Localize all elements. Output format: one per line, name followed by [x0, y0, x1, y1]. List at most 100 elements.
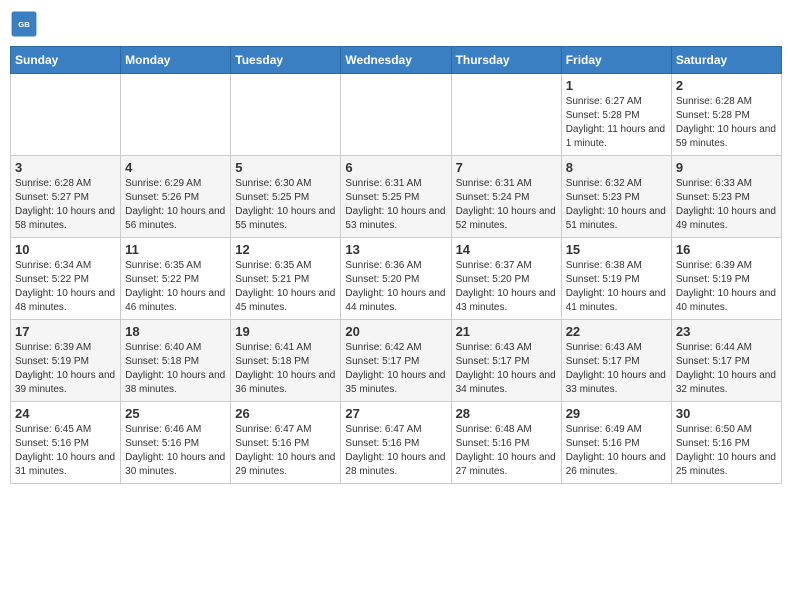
day-number: 11 [125, 242, 226, 257]
day-info: Sunrise: 6:43 AM Sunset: 5:17 PM Dayligh… [566, 341, 667, 397]
logo-icon: GB [10, 10, 38, 38]
day-number: 26 [235, 406, 336, 421]
day-number: 13 [345, 242, 446, 257]
day-info: Sunrise: 6:39 AM Sunset: 5:19 PM Dayligh… [15, 341, 116, 397]
day-number: 2 [676, 78, 777, 93]
calendar-cell: 9 Sunrise: 6:33 AM Sunset: 5:23 PM Daylig… [671, 156, 781, 238]
day-info: Sunrise: 6:44 AM Sunset: 5:17 PM Dayligh… [676, 341, 777, 397]
day-number: 22 [566, 324, 667, 339]
day-info: Sunrise: 6:33 AM Sunset: 5:23 PM Dayligh… [676, 177, 777, 233]
logo: GB [10, 10, 42, 38]
day-number: 4 [125, 160, 226, 175]
day-number: 15 [566, 242, 667, 257]
day-info: Sunrise: 6:31 AM Sunset: 5:25 PM Dayligh… [345, 177, 446, 233]
day-number: 5 [235, 160, 336, 175]
calendar-cell: 26 Sunrise: 6:47 AM Sunset: 5:16 PM Dayli… [231, 402, 341, 484]
day-info: Sunrise: 6:41 AM Sunset: 5:18 PM Dayligh… [235, 341, 336, 397]
day-number: 3 [15, 160, 116, 175]
day-number: 7 [456, 160, 557, 175]
day-info: Sunrise: 6:29 AM Sunset: 5:26 PM Dayligh… [125, 177, 226, 233]
calendar-cell: 27 Sunrise: 6:47 AM Sunset: 5:16 PM Dayli… [341, 402, 451, 484]
day-info: Sunrise: 6:46 AM Sunset: 5:16 PM Dayligh… [125, 423, 226, 479]
day-info: Sunrise: 6:50 AM Sunset: 5:16 PM Dayligh… [676, 423, 777, 479]
calendar-cell: 29 Sunrise: 6:49 AM Sunset: 5:16 PM Dayli… [561, 402, 671, 484]
day-number: 6 [345, 160, 446, 175]
day-info: Sunrise: 6:37 AM Sunset: 5:20 PM Dayligh… [456, 259, 557, 315]
calendar-cell: 25 Sunrise: 6:46 AM Sunset: 5:16 PM Dayli… [121, 402, 231, 484]
day-info: Sunrise: 6:47 AM Sunset: 5:16 PM Dayligh… [345, 423, 446, 479]
day-number: 8 [566, 160, 667, 175]
day-info: Sunrise: 6:31 AM Sunset: 5:24 PM Dayligh… [456, 177, 557, 233]
calendar-cell: 7 Sunrise: 6:31 AM Sunset: 5:24 PM Daylig… [451, 156, 561, 238]
day-number: 28 [456, 406, 557, 421]
day-header-tuesday: Tuesday [231, 47, 341, 74]
day-info: Sunrise: 6:38 AM Sunset: 5:19 PM Dayligh… [566, 259, 667, 315]
calendar-cell: 3 Sunrise: 6:28 AM Sunset: 5:27 PM Daylig… [11, 156, 121, 238]
day-info: Sunrise: 6:42 AM Sunset: 5:17 PM Dayligh… [345, 341, 446, 397]
calendar-cell: 12 Sunrise: 6:35 AM Sunset: 5:21 PM Dayli… [231, 238, 341, 320]
day-number: 12 [235, 242, 336, 257]
calendar-cell: 4 Sunrise: 6:29 AM Sunset: 5:26 PM Daylig… [121, 156, 231, 238]
day-number: 30 [676, 406, 777, 421]
day-number: 9 [676, 160, 777, 175]
day-header-friday: Friday [561, 47, 671, 74]
day-number: 29 [566, 406, 667, 421]
calendar-cell: 23 Sunrise: 6:44 AM Sunset: 5:17 PM Dayli… [671, 320, 781, 402]
day-number: 1 [566, 78, 667, 93]
day-info: Sunrise: 6:49 AM Sunset: 5:16 PM Dayligh… [566, 423, 667, 479]
day-info: Sunrise: 6:28 AM Sunset: 5:27 PM Dayligh… [15, 177, 116, 233]
day-info: Sunrise: 6:30 AM Sunset: 5:25 PM Dayligh… [235, 177, 336, 233]
day-number: 20 [345, 324, 446, 339]
calendar-cell: 8 Sunrise: 6:32 AM Sunset: 5:23 PM Daylig… [561, 156, 671, 238]
day-info: Sunrise: 6:32 AM Sunset: 5:23 PM Dayligh… [566, 177, 667, 233]
day-info: Sunrise: 6:39 AM Sunset: 5:19 PM Dayligh… [676, 259, 777, 315]
calendar-cell: 30 Sunrise: 6:50 AM Sunset: 5:16 PM Dayli… [671, 402, 781, 484]
calendar-cell: 6 Sunrise: 6:31 AM Sunset: 5:25 PM Daylig… [341, 156, 451, 238]
header: GB [10, 10, 782, 38]
day-number: 17 [15, 324, 116, 339]
day-number: 27 [345, 406, 446, 421]
day-info: Sunrise: 6:27 AM Sunset: 5:28 PM Dayligh… [566, 95, 667, 151]
calendar-cell: 13Sunrise: 6:36 AM Sunset: 5:20 PM Dayli… [341, 238, 451, 320]
calendar-cell [341, 74, 451, 156]
day-number: 23 [676, 324, 777, 339]
calendar-cell: 2 Sunrise: 6:28 AM Sunset: 5:28 PM Daylig… [671, 74, 781, 156]
calendar-cell: 5 Sunrise: 6:30 AM Sunset: 5:25 PM Daylig… [231, 156, 341, 238]
day-info: Sunrise: 6:45 AM Sunset: 5:16 PM Dayligh… [15, 423, 116, 479]
calendar-cell: 19 Sunrise: 6:41 AM Sunset: 5:18 PM Dayli… [231, 320, 341, 402]
day-header-wednesday: Wednesday [341, 47, 451, 74]
calendar-cell: 17 Sunrise: 6:39 AM Sunset: 5:19 PM Dayli… [11, 320, 121, 402]
day-header-monday: Monday [121, 47, 231, 74]
day-number: 24 [15, 406, 116, 421]
day-number: 19 [235, 324, 336, 339]
day-header-sunday: Sunday [11, 47, 121, 74]
calendar-cell [121, 74, 231, 156]
day-number: 18 [125, 324, 226, 339]
day-number: 14 [456, 242, 557, 257]
day-info: Sunrise: 6:28 AM Sunset: 5:28 PM Dayligh… [676, 95, 777, 151]
calendar-cell: 11 Sunrise: 6:35 AM Sunset: 5:22 PM Dayli… [121, 238, 231, 320]
calendar-cell [231, 74, 341, 156]
day-info: Sunrise: 6:35 AM Sunset: 5:22 PM Dayligh… [125, 259, 226, 315]
day-number: 10 [15, 242, 116, 257]
calendar-cell: 1 Sunrise: 6:27 AM Sunset: 5:28 PM Daylig… [561, 74, 671, 156]
calendar-cell: 18 Sunrise: 6:40 AM Sunset: 5:18 PM Dayli… [121, 320, 231, 402]
day-header-saturday: Saturday [671, 47, 781, 74]
day-info: Sunrise: 6:40 AM Sunset: 5:18 PM Dayligh… [125, 341, 226, 397]
day-number: 21 [456, 324, 557, 339]
day-number: 25 [125, 406, 226, 421]
calendar-cell: 20 Sunrise: 6:42 AM Sunset: 5:17 PM Dayli… [341, 320, 451, 402]
day-info: Sunrise: 6:34 AM Sunset: 5:22 PM Dayligh… [15, 259, 116, 315]
day-info: Sunrise: 6:47 AM Sunset: 5:16 PM Dayligh… [235, 423, 336, 479]
calendar-cell: 21 Sunrise: 6:43 AM Sunset: 5:17 PM Dayli… [451, 320, 561, 402]
calendar-cell [451, 74, 561, 156]
calendar-cell: 14 Sunrise: 6:37 AM Sunset: 5:20 PM Dayli… [451, 238, 561, 320]
day-header-thursday: Thursday [451, 47, 561, 74]
svg-text:GB: GB [18, 20, 30, 29]
day-number: 16 [676, 242, 777, 257]
calendar-cell: 10 Sunrise: 6:34 AM Sunset: 5:22 PM Dayli… [11, 238, 121, 320]
calendar-cell: 24 Sunrise: 6:45 AM Sunset: 5:16 PM Dayli… [11, 402, 121, 484]
calendar-cell: 28Sunrise: 6:48 AM Sunset: 5:16 PM Dayli… [451, 402, 561, 484]
day-info: Sunrise: 6:35 AM Sunset: 5:21 PM Dayligh… [235, 259, 336, 315]
day-info: Sunrise: 6:43 AM Sunset: 5:17 PM Dayligh… [456, 341, 557, 397]
